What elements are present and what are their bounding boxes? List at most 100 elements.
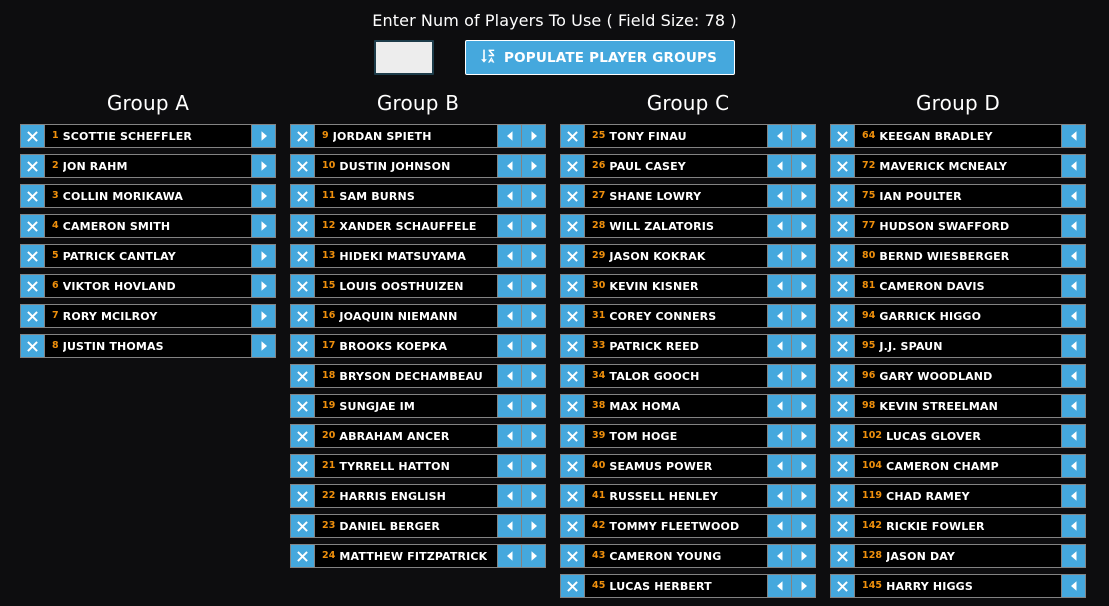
remove-player-button[interactable] [291, 305, 315, 327]
move-player-left-button[interactable] [497, 365, 521, 387]
move-player-left-button[interactable] [497, 305, 521, 327]
remove-player-button[interactable] [291, 185, 315, 207]
move-player-left-button[interactable] [1061, 575, 1085, 597]
move-player-left-button[interactable] [1061, 395, 1085, 417]
move-player-right-button[interactable] [521, 125, 545, 147]
move-player-right-button[interactable] [521, 275, 545, 297]
remove-player-button[interactable] [831, 395, 855, 417]
move-player-right-button[interactable] [251, 125, 275, 147]
remove-player-button[interactable] [291, 425, 315, 447]
remove-player-button[interactable] [831, 485, 855, 507]
remove-player-button[interactable] [291, 545, 315, 567]
move-player-left-button[interactable] [497, 485, 521, 507]
move-player-left-button[interactable] [1061, 305, 1085, 327]
move-player-right-button[interactable] [791, 395, 815, 417]
remove-player-button[interactable] [561, 455, 585, 477]
move-player-right-button[interactable] [521, 215, 545, 237]
move-player-right-button[interactable] [521, 305, 545, 327]
move-player-right-button[interactable] [521, 365, 545, 387]
move-player-right-button[interactable] [791, 305, 815, 327]
move-player-left-button[interactable] [767, 155, 791, 177]
move-player-right-button[interactable] [521, 425, 545, 447]
remove-player-button[interactable] [561, 365, 585, 387]
move-player-right-button[interactable] [791, 185, 815, 207]
remove-player-button[interactable] [831, 245, 855, 267]
remove-player-button[interactable] [831, 575, 855, 597]
remove-player-button[interactable] [291, 365, 315, 387]
move-player-left-button[interactable] [1061, 155, 1085, 177]
remove-player-button[interactable] [561, 155, 585, 177]
move-player-left-button[interactable] [767, 305, 791, 327]
move-player-left-button[interactable] [497, 215, 521, 237]
move-player-left-button[interactable] [497, 545, 521, 567]
remove-player-button[interactable] [831, 155, 855, 177]
remove-player-button[interactable] [831, 185, 855, 207]
remove-player-button[interactable] [831, 425, 855, 447]
move-player-right-button[interactable] [791, 335, 815, 357]
remove-player-button[interactable] [291, 125, 315, 147]
remove-player-button[interactable] [561, 335, 585, 357]
remove-player-button[interactable] [831, 365, 855, 387]
remove-player-button[interactable] [831, 455, 855, 477]
move-player-right-button[interactable] [791, 545, 815, 567]
move-player-right-button[interactable] [791, 485, 815, 507]
move-player-right-button[interactable] [251, 335, 275, 357]
move-player-left-button[interactable] [1061, 125, 1085, 147]
remove-player-button[interactable] [21, 215, 45, 237]
move-player-right-button[interactable] [791, 125, 815, 147]
move-player-right-button[interactable] [521, 245, 545, 267]
remove-player-button[interactable] [561, 245, 585, 267]
move-player-right-button[interactable] [521, 395, 545, 417]
remove-player-button[interactable] [561, 185, 585, 207]
move-player-left-button[interactable] [1061, 515, 1085, 537]
move-player-left-button[interactable] [767, 125, 791, 147]
move-player-left-button[interactable] [497, 245, 521, 267]
remove-player-button[interactable] [561, 275, 585, 297]
move-player-right-button[interactable] [521, 545, 545, 567]
move-player-right-button[interactable] [791, 365, 815, 387]
move-player-left-button[interactable] [497, 455, 521, 477]
remove-player-button[interactable] [291, 395, 315, 417]
remove-player-button[interactable] [561, 125, 585, 147]
move-player-left-button[interactable] [767, 545, 791, 567]
move-player-left-button[interactable] [497, 125, 521, 147]
move-player-left-button[interactable] [767, 335, 791, 357]
remove-player-button[interactable] [21, 245, 45, 267]
remove-player-button[interactable] [561, 575, 585, 597]
move-player-left-button[interactable] [767, 275, 791, 297]
move-player-left-button[interactable] [767, 185, 791, 207]
move-player-right-button[interactable] [521, 335, 545, 357]
remove-player-button[interactable] [291, 515, 315, 537]
move-player-left-button[interactable] [767, 245, 791, 267]
move-player-left-button[interactable] [497, 185, 521, 207]
move-player-left-button[interactable] [767, 365, 791, 387]
remove-player-button[interactable] [21, 275, 45, 297]
move-player-left-button[interactable] [497, 155, 521, 177]
move-player-right-button[interactable] [521, 185, 545, 207]
move-player-right-button[interactable] [251, 245, 275, 267]
remove-player-button[interactable] [831, 545, 855, 567]
num-players-input[interactable] [373, 40, 434, 75]
move-player-right-button[interactable] [791, 155, 815, 177]
move-player-right-button[interactable] [251, 155, 275, 177]
move-player-left-button[interactable] [1061, 215, 1085, 237]
move-player-left-button[interactable] [1061, 365, 1085, 387]
remove-player-button[interactable] [291, 245, 315, 267]
move-player-left-button[interactable] [767, 575, 791, 597]
move-player-left-button[interactable] [1061, 545, 1085, 567]
move-player-left-button[interactable] [1061, 485, 1085, 507]
move-player-right-button[interactable] [791, 215, 815, 237]
remove-player-button[interactable] [291, 335, 315, 357]
move-player-right-button[interactable] [251, 275, 275, 297]
remove-player-button[interactable] [561, 515, 585, 537]
move-player-right-button[interactable] [791, 425, 815, 447]
move-player-left-button[interactable] [1061, 245, 1085, 267]
remove-player-button[interactable] [291, 215, 315, 237]
remove-player-button[interactable] [831, 125, 855, 147]
move-player-left-button[interactable] [767, 485, 791, 507]
move-player-right-button[interactable] [251, 305, 275, 327]
remove-player-button[interactable] [831, 335, 855, 357]
move-player-left-button[interactable] [767, 515, 791, 537]
move-player-left-button[interactable] [767, 425, 791, 447]
move-player-left-button[interactable] [767, 215, 791, 237]
